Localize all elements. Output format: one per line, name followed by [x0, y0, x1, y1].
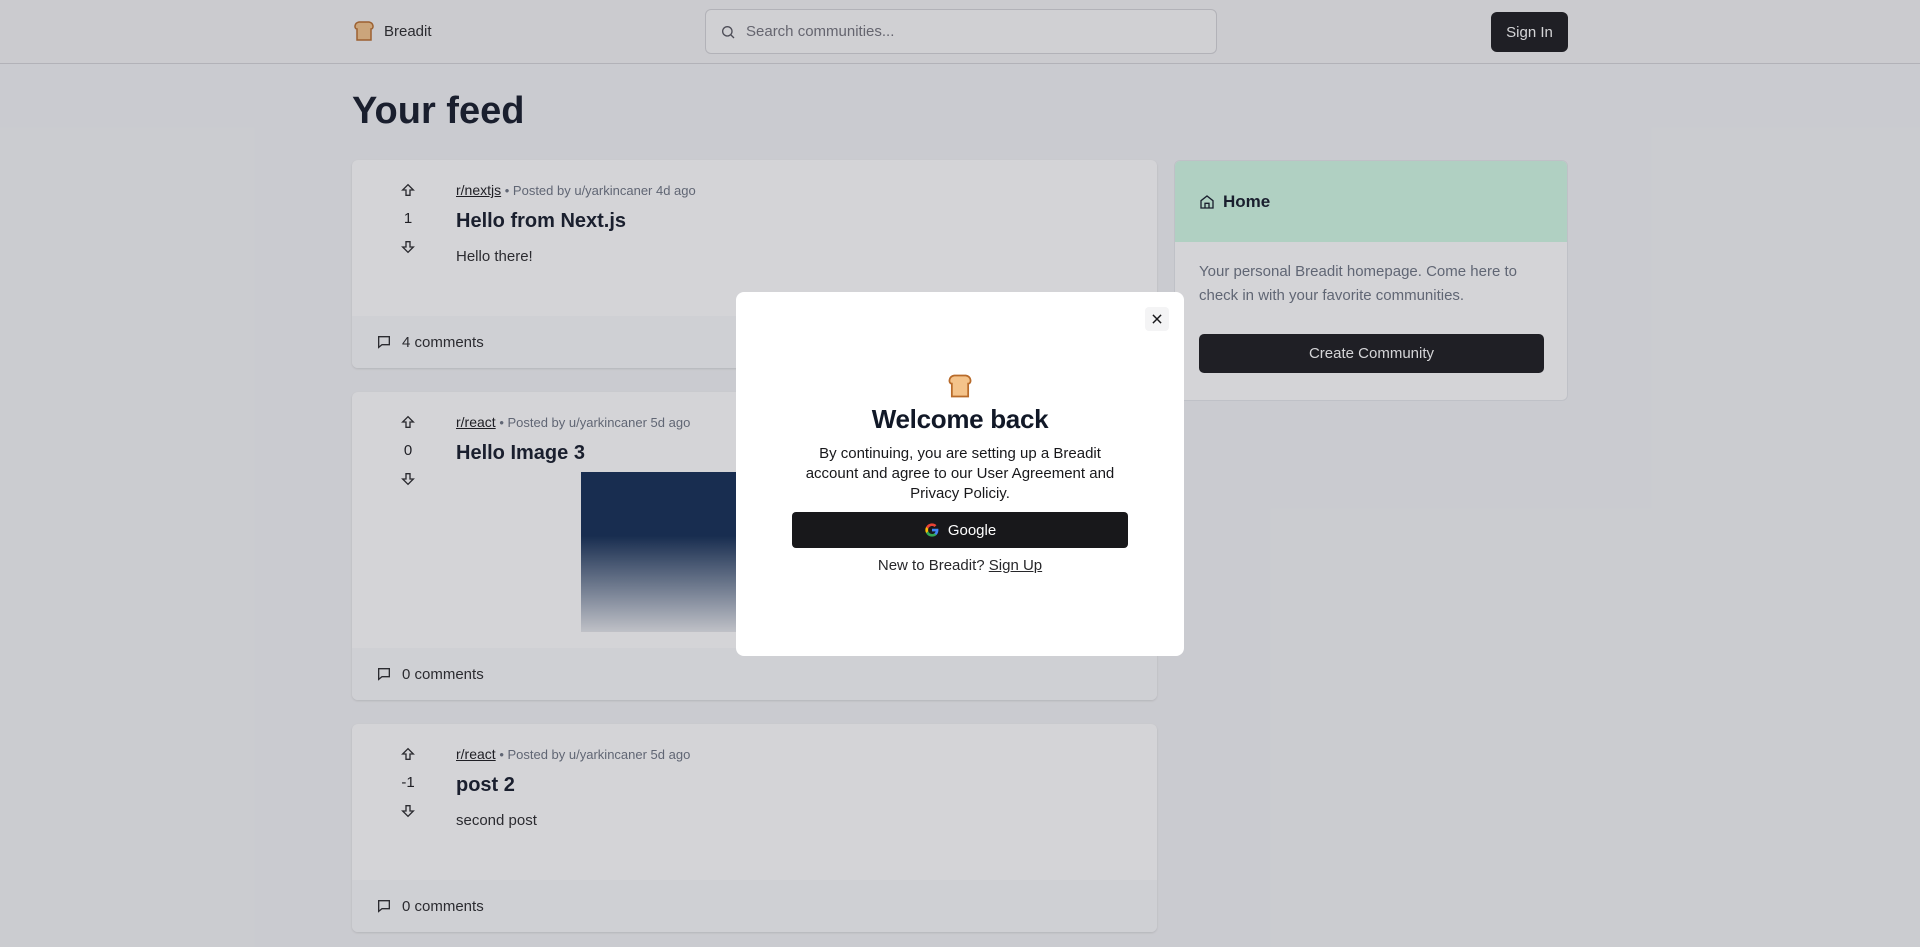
- close-icon: [1152, 314, 1162, 324]
- signup-prompt: New to Breadit?: [877, 557, 985, 574]
- modal-title: Welcome back: [871, 404, 1049, 434]
- close-modal-button[interactable]: [1145, 307, 1169, 331]
- sign-in-modal: Welcome back By continuing, you are sett…: [736, 292, 1184, 656]
- modal-footer: New to Breadit? Sign Up: [736, 557, 1184, 574]
- google-sign-in-button[interactable]: Google: [792, 512, 1128, 548]
- bread-logo-icon: [948, 374, 972, 398]
- modal-terms-text: By continuing, you are setting up a Brea…: [805, 445, 1115, 502]
- sign-up-link[interactable]: Sign Up: [989, 557, 1042, 574]
- google-button-label: Google: [947, 521, 997, 539]
- google-icon: [925, 523, 939, 537]
